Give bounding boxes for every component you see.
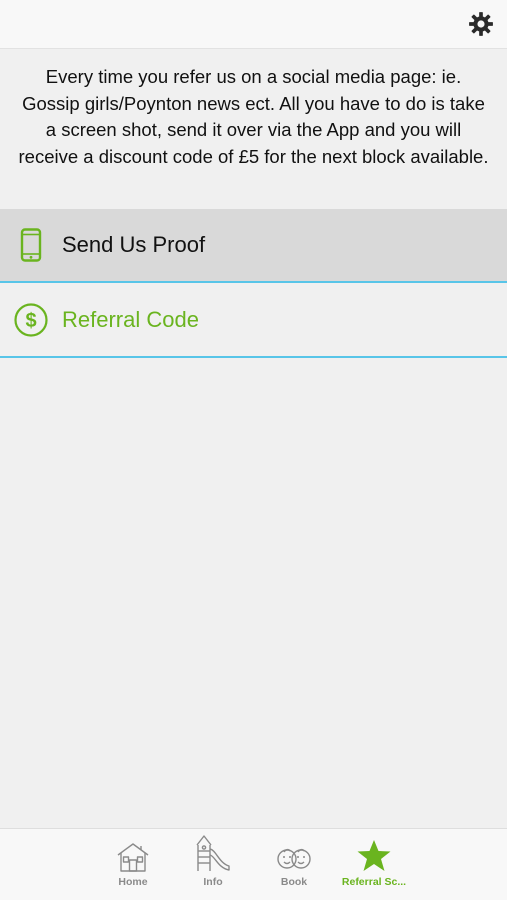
tab-info[interactable]: Info <box>173 829 253 900</box>
star-icon <box>356 829 392 875</box>
baby-faces-icon <box>275 829 313 875</box>
tab-info-label: Info <box>203 876 223 888</box>
referral-code-item[interactable]: $ Referral Code <box>0 284 507 358</box>
gear-icon <box>469 12 493 36</box>
tab-bar: Home Info Book Referral Sc... <box>0 828 507 900</box>
playground-slide-icon <box>193 829 233 875</box>
referral-description: Every time you refer us on a social medi… <box>18 66 489 167</box>
send-us-proof-item[interactable]: Send Us Proof <box>0 209 507 283</box>
tab-book[interactable]: Book <box>254 829 334 900</box>
dollar-circle-icon: $ <box>0 283 62 357</box>
send-us-proof-label: Send Us Proof <box>62 232 206 257</box>
house-icon <box>115 829 151 875</box>
referral-code-label: Referral Code <box>62 307 199 332</box>
top-bar <box>0 0 507 49</box>
tab-book-label: Book <box>280 876 308 888</box>
app-screen: Every time you refer us on a social medi… <box>0 0 507 900</box>
svg-text:$: $ <box>25 310 36 332</box>
tab-referral-scheme-label: Referral Sc... <box>341 876 407 888</box>
tab-referral-scheme[interactable]: Referral Sc... <box>334 829 414 900</box>
tab-home[interactable]: Home <box>93 829 173 900</box>
settings-button[interactable] <box>467 10 495 38</box>
tab-home-label: Home <box>118 876 148 888</box>
smartphone-icon <box>0 208 62 282</box>
